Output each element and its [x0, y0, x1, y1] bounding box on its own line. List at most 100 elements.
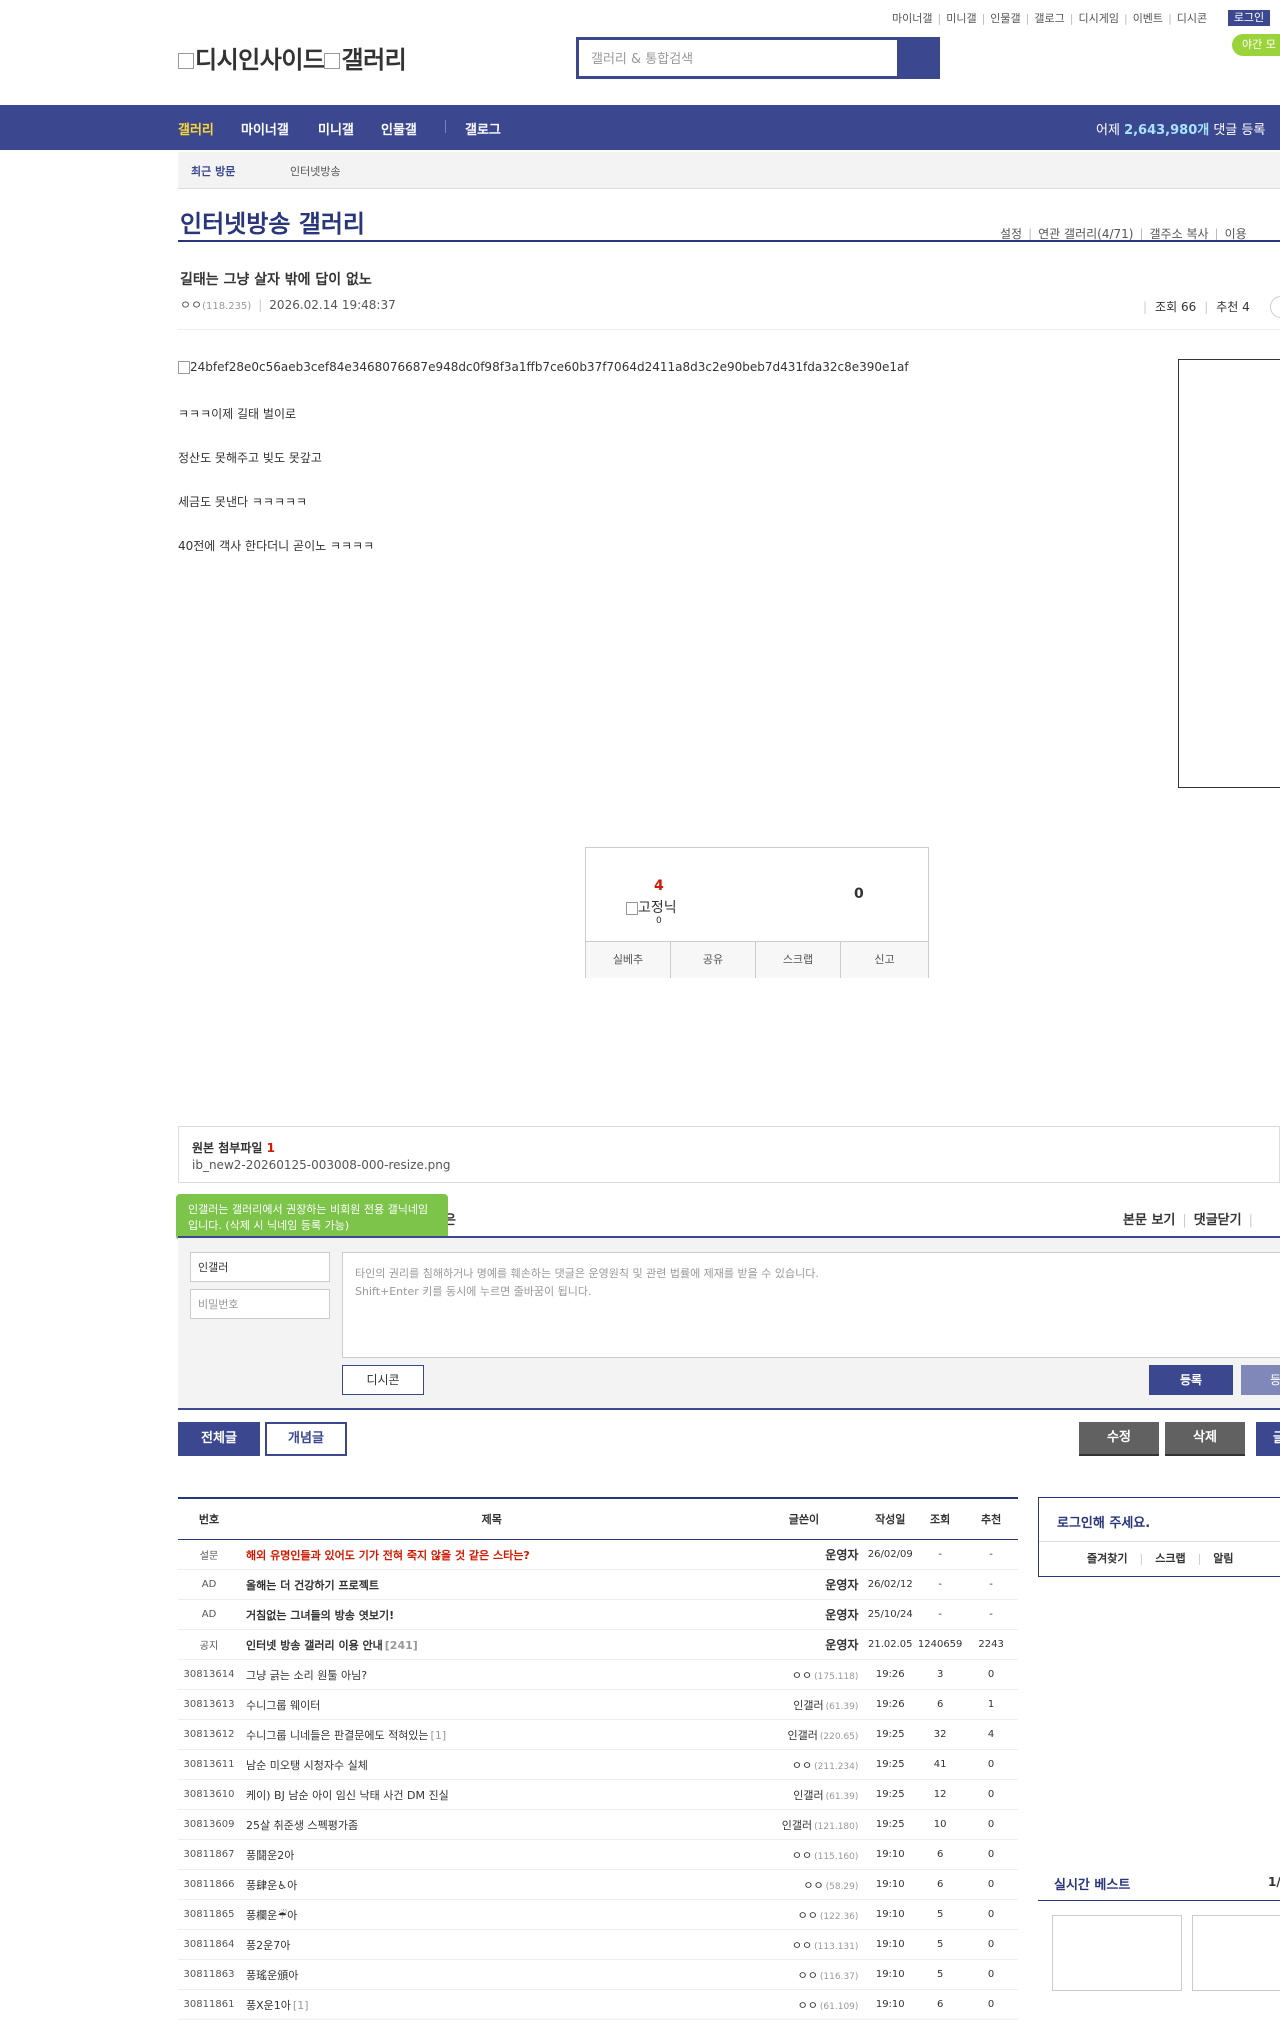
row-title-text[interactable]: 풍X운1아 — [246, 1999, 291, 2012]
row-writer[interactable]: ㅇㅇ (175.118) — [743, 1659, 865, 1690]
row-writer-name[interactable]: ㅇㅇ — [792, 1849, 812, 1862]
row-title-text[interactable]: 수니그룹 니네들은 판결문에도 적혀있는 — [246, 1729, 429, 1742]
row-writer[interactable]: 운영자 — [743, 1599, 865, 1630]
table-row[interactable]: 30813613 수니그룹 웨이터 인갤러 (61.39) 19:26 6 1 — [178, 1689, 1018, 1720]
comment-submit-recommend-button[interactable]: 등록 — [1241, 1365, 1280, 1395]
table-row[interactable]: 30813612 수니그룹 니네들은 판결문에도 적혀있는 [1] 인갤러 (220.6… — [178, 1719, 1018, 1750]
row-writer[interactable]: 인갤러 (61.39) — [743, 1689, 865, 1720]
copy-gallery-url-link[interactable]: 갤주소 복사 — [1150, 227, 1209, 241]
top-link-person-gallery[interactable]: 인물갤 — [990, 10, 1020, 26]
row-writer-name[interactable]: 인갤러 — [782, 1819, 812, 1832]
favorites-link[interactable]: 즐겨찾기 — [1087, 1552, 1127, 1565]
top-link-mini-gallery[interactable]: 미니갤 — [946, 10, 976, 26]
row-title-text[interactable]: 인터넷 방송 갤러리 이용 안내 — [246, 1639, 383, 1652]
table-row[interactable]: 30811863 풍瑤운頒아 ㅇㅇ (116.37) 19:10 5 0 — [178, 1959, 1018, 1990]
table-row[interactable]: 30811866 풍肆운♿아 ㅇㅇ (58.29) 19:10 6 0 — [178, 1869, 1018, 1900]
realtime-best-card[interactable] — [1052, 1915, 1182, 1991]
row-title[interactable]: 그냥 긁는 소리 원툴 아님? — [240, 1659, 744, 1690]
row-title[interactable]: 케이) BJ 남순 아이 임신 낙태 사건 DM 진실 — [240, 1779, 744, 1810]
table-row[interactable]: 30811864 풍2운7아 ㅇㅇ (113.131) 19:10 5 0 — [178, 1929, 1018, 1960]
row-writer-name[interactable]: 운영자 — [825, 1608, 858, 1622]
row-comment-count[interactable]: [1] — [293, 1999, 309, 2012]
edit-button[interactable]: 수정 — [1079, 1422, 1159, 1456]
scrap-link[interactable]: 스크랩 — [1155, 1552, 1185, 1565]
row-writer-name[interactable]: ㅇㅇ — [803, 1879, 823, 1892]
search-input[interactable] — [581, 42, 909, 76]
row-writer-name[interactable]: ㅇㅇ — [792, 1759, 812, 1772]
row-writer[interactable]: 인갤러 (61.39) — [743, 1779, 865, 1810]
gallery-usage-link[interactable]: 이용 — [1225, 227, 1247, 241]
row-title[interactable]: 인터넷 방송 갤러리 이용 안내 [241] — [240, 1629, 744, 1660]
row-writer-name[interactable]: ㅇㅇ — [798, 1909, 818, 1922]
site-logo[interactable]: 디시인사이드 갤러리 — [178, 40, 407, 75]
close-comments-button[interactable]: 댓글닫기 — [1194, 1213, 1242, 1228]
row-title-text[interactable]: 수니그룹 웨이터 — [246, 1699, 320, 1712]
row-title-text[interactable]: 케이) BJ 남순 아이 임신 낙태 사건 DM 진실 — [246, 1789, 449, 1802]
real-best-button[interactable]: 실베추 — [586, 942, 671, 978]
row-title-text[interactable]: 풍鬪운2아 — [246, 1849, 294, 1862]
view-body-button[interactable]: 본문 보기 — [1123, 1213, 1175, 1228]
row-writer[interactable]: 운영자 — [743, 1629, 865, 1660]
more-options-icon[interactable] — [1270, 296, 1280, 318]
gallery-title[interactable]: 인터넷방송 갤러리 — [180, 204, 365, 239]
top-link-gallog[interactable]: 갤로그 — [1034, 10, 1064, 26]
row-writer[interactable]: ㅇㅇ (113.131) — [743, 1929, 865, 1960]
row-title[interactable]: 풍X운1아 [1] — [240, 1989, 744, 2020]
delete-button[interactable]: 삭제 — [1165, 1422, 1245, 1456]
comment-submit-button[interactable]: 등록 — [1149, 1365, 1233, 1395]
row-writer[interactable]: 운영자 — [743, 1539, 865, 1570]
recent-visit-item[interactable]: 인터넷방송 — [290, 163, 341, 179]
related-gallery-link[interactable]: 연관 갤러리(4/71) — [1038, 227, 1133, 241]
downvote-count[interactable]: 0 — [854, 886, 864, 902]
row-writer-name[interactable]: ㅇㅇ — [792, 1669, 812, 1682]
row-title-text[interactable]: 그냥 긁는 소리 원툴 아님? — [246, 1669, 367, 1682]
row-writer[interactable]: ㅇㅇ (115.160) — [743, 1839, 865, 1870]
row-title[interactable]: 풍2운7아 — [240, 1929, 744, 1960]
row-writer-name[interactable]: ㅇㅇ — [798, 1999, 818, 2012]
row-title-text[interactable]: 풍瑤운頒아 — [246, 1969, 298, 1982]
table-row[interactable]: 30813609 25살 취준생 스펙평가좀 인갤러 (121.180) 19:25 10… — [178, 1809, 1018, 1840]
row-title-text[interactable]: 풍肆운♿아 — [246, 1879, 297, 1892]
fixed-nick-upvote[interactable]: 고정닉 — [626, 897, 677, 917]
row-title-text[interactable]: 풍欄운☔아 — [246, 1909, 297, 1922]
row-title-text[interactable]: 거침없는 그녀들의 방송 엿보기! — [246, 1609, 394, 1622]
search-button[interactable] — [897, 40, 937, 76]
table-row[interactable]: AD 올해는 더 건강하기 프로젝트 운영자 26/02/12- - — [178, 1569, 1018, 1600]
row-title-text[interactable]: 풍2운7아 — [246, 1939, 290, 1952]
recent-visits-label[interactable]: 최근 방문 — [191, 163, 235, 179]
row-title-text[interactable]: 올해는 더 건강하기 프로젝트 — [246, 1579, 379, 1592]
row-title[interactable]: 수니그룹 니네들은 판결문에도 적혀있는 [1] — [240, 1719, 744, 1750]
row-writer[interactable]: ㅇㅇ (122.36) — [743, 1899, 865, 1930]
comment-textarea[interactable]: 타인의 권리를 침해하거나 명예를 훼손하는 댓글은 운영원칙 및 관련 법률에… — [342, 1252, 1280, 1358]
row-writer-name[interactable]: 운영자 — [825, 1638, 858, 1652]
table-row[interactable]: 30811865 풍欄운☔아 ㅇㅇ (122.36) 19:10 5 0 — [178, 1899, 1018, 1930]
row-writer[interactable]: ㅇㅇ (61.109) — [743, 1989, 865, 2020]
row-title-text[interactable]: 남순 미오탱 시청자수 실체 — [246, 1759, 368, 1772]
upvote-count[interactable]: 4 — [654, 878, 664, 894]
row-writer[interactable]: ㅇㅇ (58.29) — [743, 1869, 865, 1900]
row-writer[interactable]: ㅇㅇ (211.234) — [743, 1749, 865, 1780]
table-row[interactable]: AD 거침없는 그녀들의 방송 엿보기! 운영자 25/10/24- - — [178, 1599, 1018, 1630]
row-title[interactable]: 거침없는 그녀들의 방송 엿보기! — [240, 1599, 744, 1630]
row-comment-count[interactable]: [241] — [385, 1639, 418, 1652]
row-writer-name[interactable]: ㅇㅇ — [792, 1939, 812, 1952]
night-mode-toggle[interactable]: 야간 모 — [1232, 34, 1280, 56]
row-title[interactable]: 풍瑤운頒아 — [240, 1959, 744, 1990]
row-title[interactable]: 남순 미오탱 시청자수 실체 — [240, 1749, 744, 1780]
attachment-file-link[interactable]: ib_new2-20260125-003008-000-resize.png — [192, 1158, 450, 1172]
row-title-text[interactable]: 해외 유명인들과 있어도 기가 전혀 죽지 않을 것 같은 스타는? — [246, 1549, 530, 1562]
row-writer[interactable]: 인갤러 (121.180) — [743, 1809, 865, 1840]
top-link-dcgame[interactable]: 디시게임 — [1078, 10, 1118, 26]
gnb-mini-gallery[interactable]: 미니갤 — [318, 119, 354, 138]
login-prompt[interactable]: 로그인해 주세요. — [1057, 1512, 1150, 1531]
table-row[interactable]: 30813614 그냥 긁는 소리 원툴 아님? ㅇㅇ (175.118) 19:26 3… — [178, 1659, 1018, 1690]
share-button[interactable]: 공유 — [671, 942, 756, 978]
row-comment-count[interactable]: [1] — [431, 1729, 447, 1742]
all-posts-button[interactable]: 전체글 — [178, 1422, 260, 1456]
row-writer-name[interactable]: ㅇㅇ — [798, 1969, 818, 1982]
table-row[interactable]: 30813610 케이) BJ 남순 아이 임신 낙태 사건 DM 진실 인갤러 (6… — [178, 1779, 1018, 1810]
row-writer-name[interactable]: 운영자 — [825, 1578, 858, 1592]
row-writer[interactable]: 운영자 — [743, 1569, 865, 1600]
row-writer[interactable]: ㅇㅇ (116.37) — [743, 1959, 865, 1990]
gnb-gallog[interactable]: 갤로그 — [465, 119, 501, 138]
